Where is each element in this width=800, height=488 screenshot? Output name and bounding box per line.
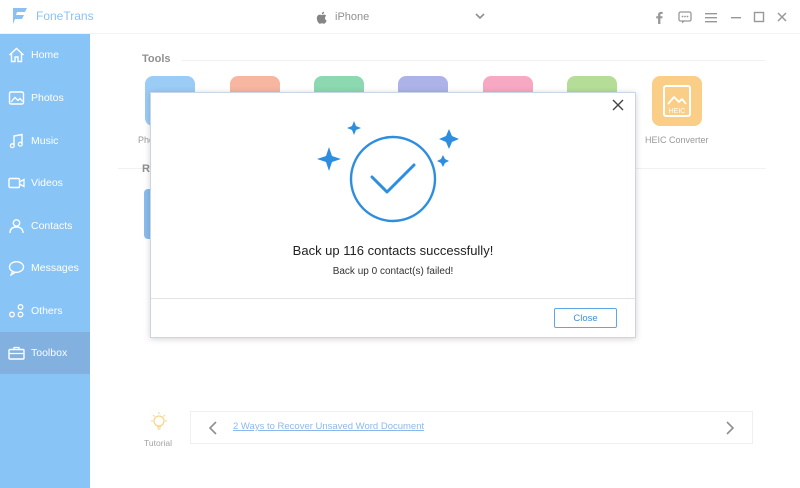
dialog-divider	[151, 298, 635, 299]
dialog-subtitle: Back up 0 contact(s) failed!	[332, 266, 454, 277]
success-check-icon	[317, 121, 459, 223]
close-icon[interactable]	[611, 98, 625, 112]
close-button[interactable]: Close	[554, 308, 617, 328]
backup-result-dialog: Back up 116 contacts successfully! Back …	[150, 92, 636, 338]
dialog-title: Back up 116 contacts successfully!	[292, 243, 494, 258]
app-window: FoneTrans iPhone Home Photos Music Video…	[0, 0, 800, 488]
